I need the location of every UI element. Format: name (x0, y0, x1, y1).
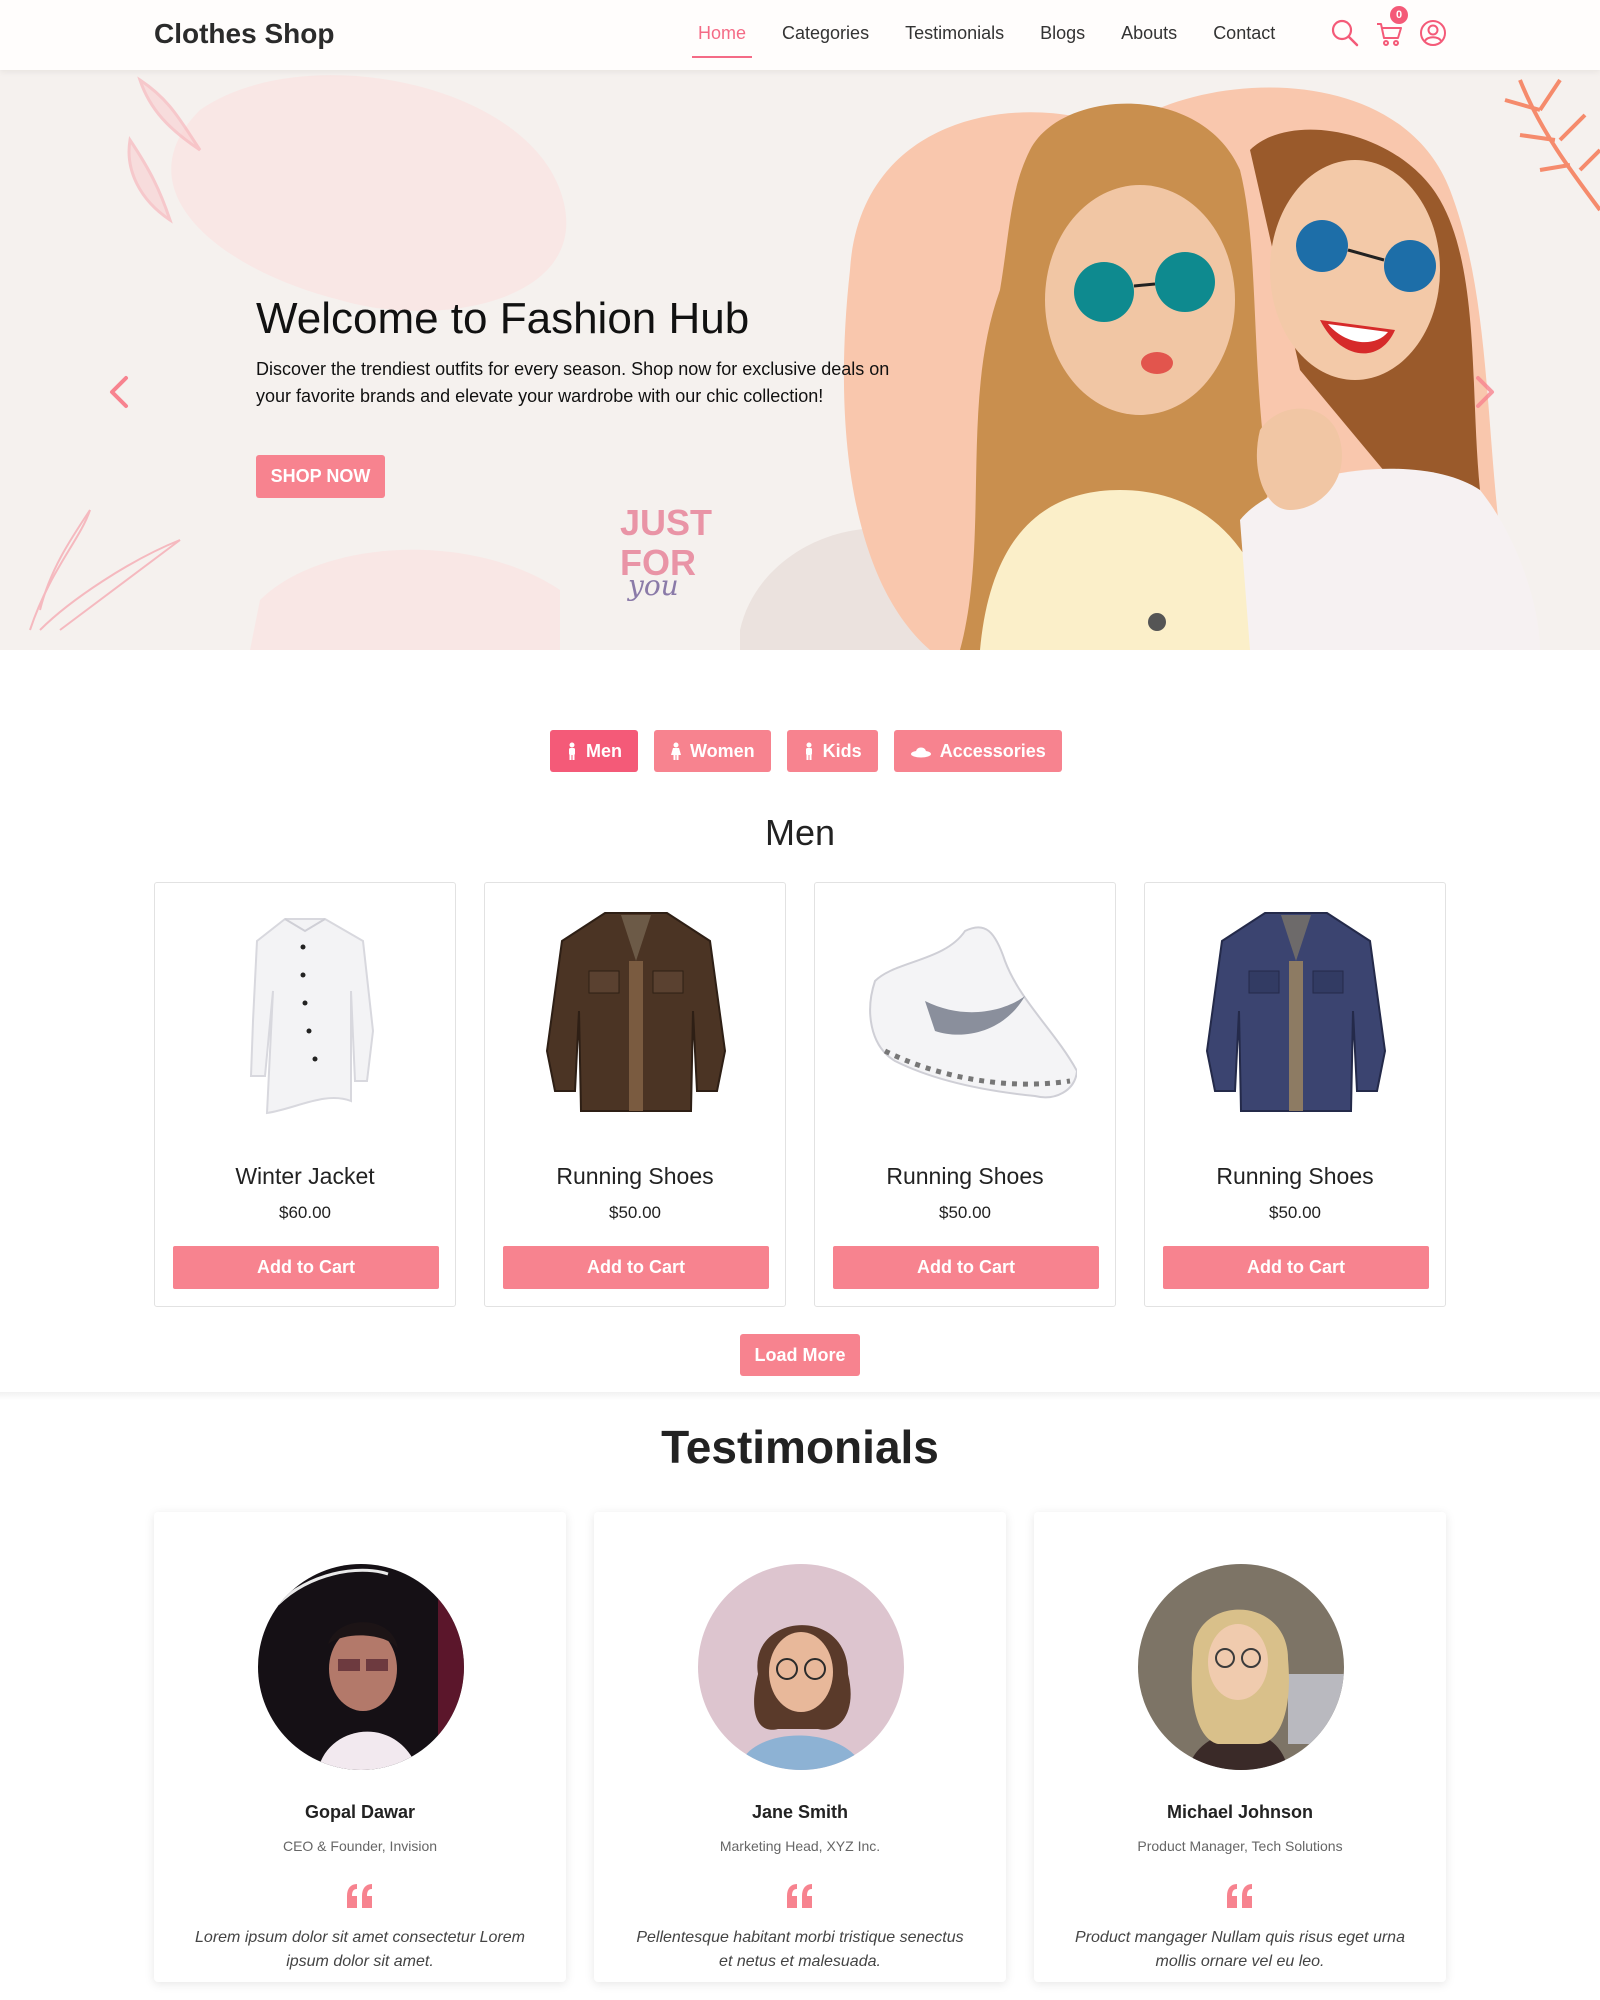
hero-banner: JUST FOR you Welcome to Fashion Hub Disc… (0, 70, 1600, 650)
testimonial-name: Gopal Dawar (304, 1802, 416, 1822)
testimonial-card: Jane Smith Marketing Head, XYZ Inc. Pell… (594, 1512, 1006, 1982)
tab-men-label: Men (586, 741, 622, 761)
shop-now-button[interactable]: SHOP NOW (256, 455, 385, 498)
quote-icon (347, 1884, 372, 1908)
search-icon[interactable] (1330, 18, 1360, 48)
product-card[interactable]: Running Shoes $50.00 Add to Cart (814, 882, 1116, 1307)
hero-description: Discover the trendiest outfits for every… (256, 359, 890, 406)
nav-link-blogs[interactable]: Blogs (1022, 0, 1103, 70)
product-card[interactable]: Running Shoes $50.00 Add to Cart (484, 882, 786, 1307)
testimonial-role: Product Manager, Tech Solutions (1137, 1838, 1343, 1854)
tab-women-label: Women (690, 741, 755, 761)
quote-icon (1227, 1884, 1252, 1908)
product-name: Running Shoes (556, 1163, 714, 1189)
carousel-prev-icon[interactable] (104, 372, 134, 412)
svg-text:you: you (626, 569, 679, 602)
product-price: $50.00 (939, 1203, 991, 1222)
tab-accessories-label: Accessories (939, 741, 1046, 761)
cart-button[interactable]: 0 (1374, 6, 1408, 48)
testimonial-quote: Pellentesque habitant morbi tristique se… (636, 1929, 964, 1970)
child-icon (805, 742, 812, 760)
testimonial-role: CEO & Founder, Invision (282, 1838, 438, 1854)
tab-kids-label: Kids (822, 741, 862, 761)
add-to-cart-button[interactable]: Add to Cart (173, 1246, 439, 1289)
tab-accessories[interactable]: Accessories (893, 730, 1062, 772)
product-card[interactable]: Running Shoes $50.00 Add to Cart (1144, 882, 1446, 1307)
avatar (258, 1564, 464, 1770)
testimonial-quote: Lorem ipsum dolor sit amet consectetur L… (195, 1929, 525, 1970)
add-to-cart-button[interactable]: Add to Cart (1163, 1246, 1429, 1289)
just-for-you-badge: JUST FOR you (620, 502, 712, 602)
carousel-next-icon[interactable] (1470, 372, 1500, 412)
testimonial-quote: Product mangager Nullam quis risus eget … (1075, 1929, 1405, 1970)
nav-link-abouts[interactable]: Abouts (1103, 0, 1195, 70)
category-tabs: Men Women Kids Accessories (550, 730, 1062, 772)
add-to-cart-button[interactable]: Add to Cart (833, 1246, 1099, 1289)
cart-count-badge: 0 (1390, 6, 1408, 24)
product-grid: Winter Jacket $60.00 Add to Cart Running… (154, 882, 1446, 1307)
testimonial-name: Jane Smith (751, 1802, 849, 1822)
product-image-white-shirt (249, 918, 375, 1115)
nav-icons: 0 (1330, 6, 1448, 48)
product-image-navy-jacket (1205, 912, 1387, 1112)
nav-link-contact[interactable]: Contact (1195, 0, 1293, 70)
tab-men[interactable]: Men (550, 730, 638, 772)
svg-text:JUST: JUST (620, 502, 712, 543)
tab-women[interactable]: Women (654, 730, 771, 772)
hero-title: Welcome to Fashion Hub (256, 294, 750, 343)
category-section-title: Men (764, 812, 836, 853)
brand-logo[interactable]: Clothes Shop (154, 18, 334, 50)
testimonial-card: Michael Johnson Product Manager, Tech So… (1034, 1512, 1446, 1982)
product-price: $60.00 (279, 1203, 331, 1222)
product-image-white-sneaker (869, 926, 1077, 1099)
male-icon (569, 742, 575, 760)
product-card[interactable]: Winter Jacket $60.00 Add to Cart (154, 882, 456, 1307)
product-name: Winter Jacket (235, 1163, 375, 1189)
quote-icon (787, 1884, 812, 1908)
product-name: Running Shoes (886, 1163, 1044, 1189)
nav-link-testimonials[interactable]: Testimonials (887, 0, 1022, 70)
top-navbar: Clothes Shop Home Categories Testimonial… (0, 0, 1600, 70)
testimonials-title: Testimonials (661, 1421, 939, 1473)
nav-link-home[interactable]: Home (680, 0, 764, 70)
user-icon[interactable] (1418, 18, 1448, 48)
testimonials-list: Gopal Dawar CEO & Founder, Invision Lore… (154, 1512, 1446, 1982)
testimonial-card: Gopal Dawar CEO & Founder, Invision Lore… (154, 1512, 566, 1982)
load-more-button[interactable]: Load More (740, 1334, 860, 1376)
tab-kids[interactable]: Kids (786, 730, 878, 772)
product-price: $50.00 (609, 1203, 661, 1222)
female-icon (671, 742, 681, 760)
section-divider (0, 1392, 1600, 1400)
hat-icon (910, 747, 931, 758)
add-to-cart-button[interactable]: Add to Cart (503, 1246, 769, 1289)
product-image-brown-jacket (545, 912, 727, 1112)
nav-link-categories[interactable]: Categories (764, 0, 887, 70)
testimonial-role: Marketing Head, XYZ Inc. (719, 1838, 881, 1854)
product-name: Running Shoes (1216, 1163, 1374, 1189)
avatar (1138, 1564, 1344, 1770)
avatar (698, 1564, 904, 1770)
nav-links: Home Categories Testimonials Blogs About… (680, 0, 1293, 70)
testimonial-name: Michael Johnson (1166, 1802, 1314, 1822)
product-price: $50.00 (1269, 1203, 1321, 1222)
